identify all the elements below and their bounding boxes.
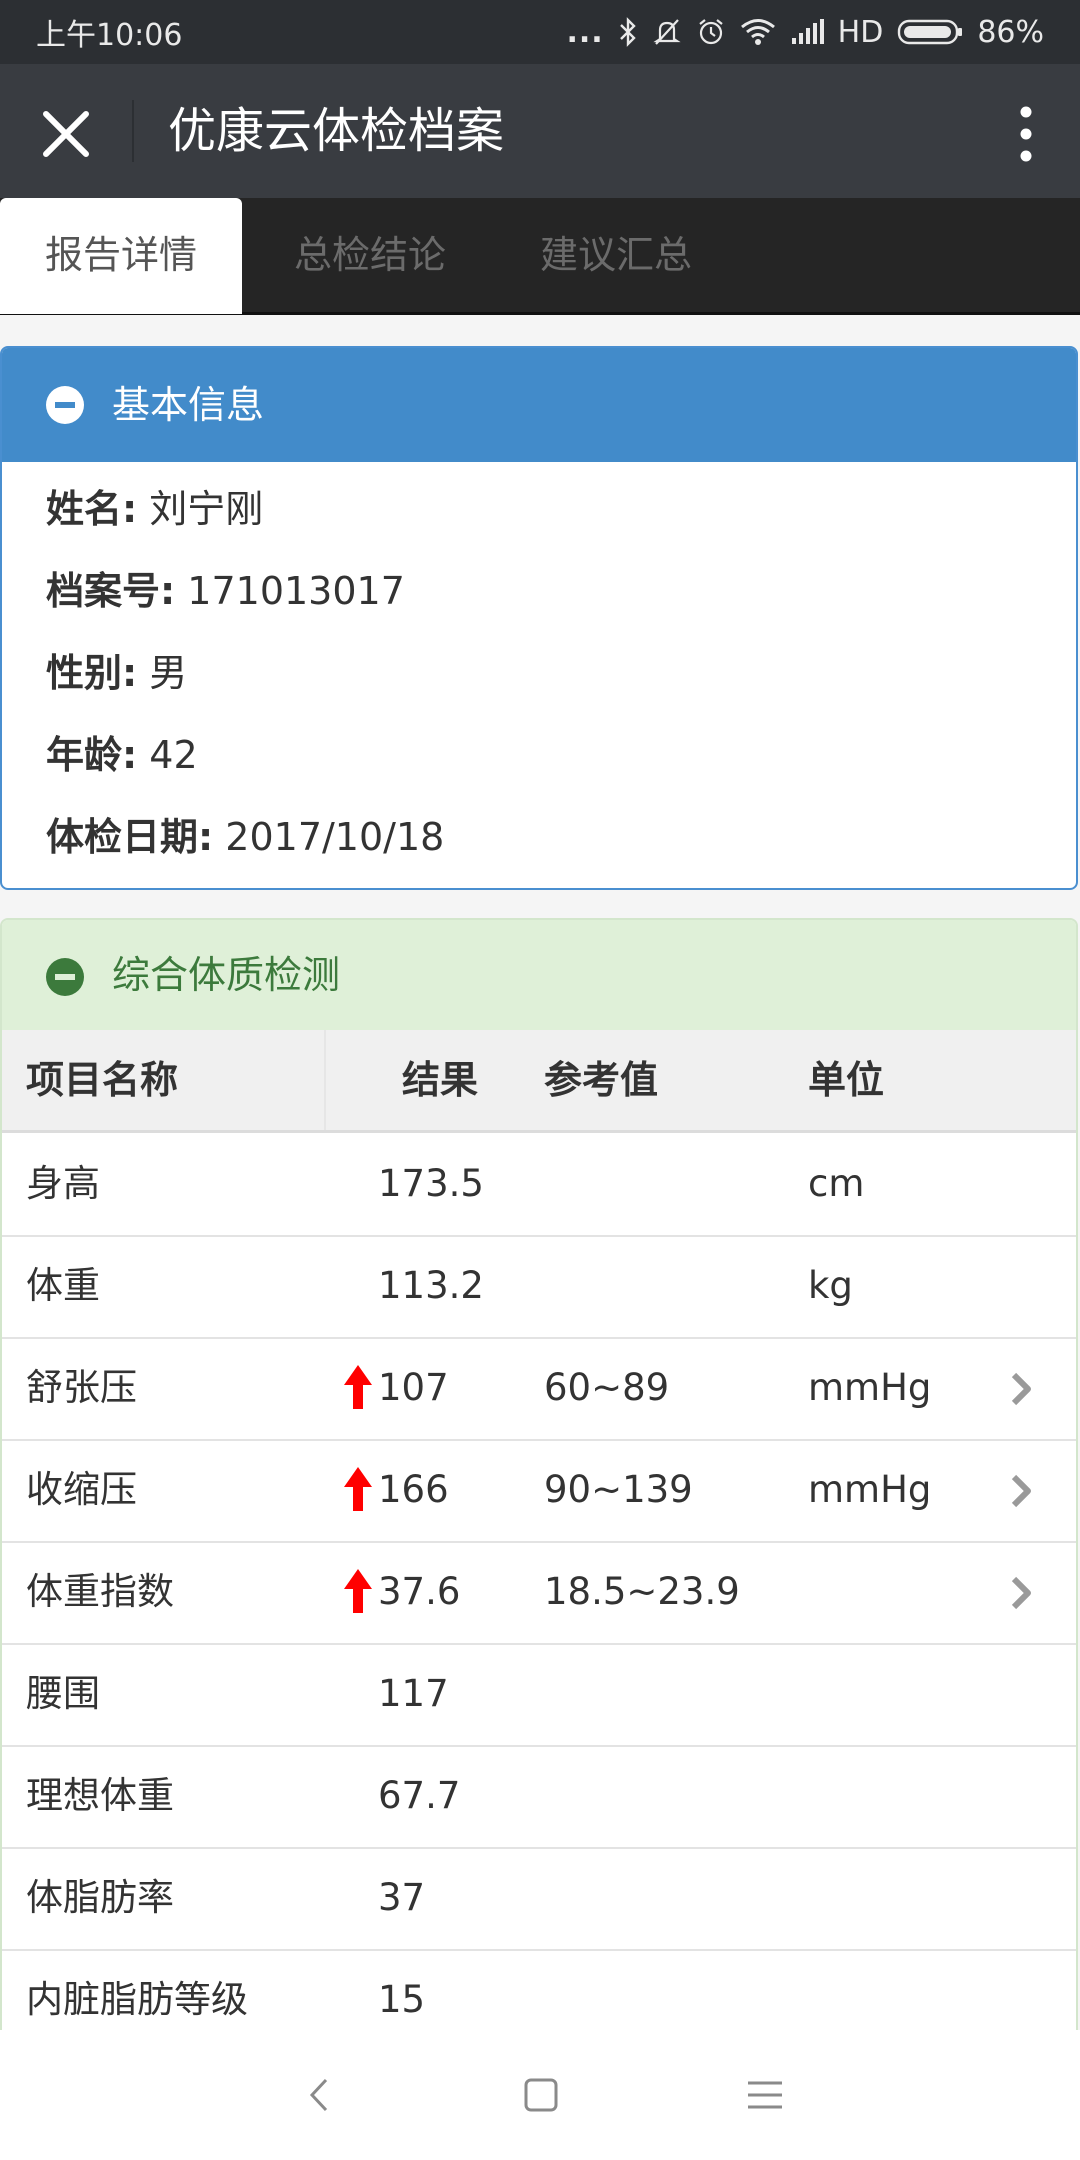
network-type: HD	[837, 14, 884, 50]
chevron-right-icon[interactable]	[1010, 1473, 1034, 1509]
arrow-up-icon	[344, 1467, 372, 1511]
chevron-right-icon[interactable]	[1010, 1575, 1034, 1611]
battery-percent: 86%	[977, 14, 1044, 50]
status-time: 上午10:06	[36, 18, 183, 53]
item-result: 37	[378, 1876, 426, 1919]
item-unit: cm	[808, 1162, 865, 1205]
tab-advice-summary[interactable]: 建议汇总	[496, 198, 736, 312]
table-row[interactable]: 体重指数 37.6 18.5~23.9	[2, 1541, 1076, 1645]
item-name: 体重	[26, 1264, 100, 1307]
table-header: 项目名称 结果 参考值 单位	[2, 1030, 1076, 1133]
info-label: 体检日期:	[46, 815, 214, 859]
close-icon	[43, 111, 89, 157]
basic-info-header[interactable]: 基本信息	[2, 348, 1076, 462]
physique-header[interactable]: 综合体质检测	[2, 920, 1076, 1030]
wifi-icon	[740, 18, 776, 46]
menu-icon	[748, 2081, 782, 2109]
system-nav-bar	[0, 2030, 1080, 2160]
nav-home-button[interactable]	[516, 2070, 566, 2120]
alarm-icon	[696, 17, 726, 47]
item-result: 117	[378, 1672, 449, 1715]
close-button[interactable]	[36, 104, 96, 164]
item-result: 166	[378, 1468, 449, 1511]
physique-title: 综合体质检测	[112, 953, 341, 997]
column-header-reference: 参考值	[544, 1058, 659, 1102]
back-icon	[309, 2078, 328, 2112]
column-divider	[324, 1030, 326, 1130]
chevron-right-icon[interactable]	[1010, 1371, 1034, 1407]
column-header-unit: 单位	[808, 1058, 885, 1102]
tab-bar: 报告详情 总检结论 建议汇总	[0, 198, 1080, 315]
item-name: 身高	[26, 1162, 100, 1205]
info-label: 姓名:	[46, 487, 138, 531]
more-vertical-icon	[1020, 106, 1032, 162]
nav-menu-button[interactable]	[740, 2070, 790, 2120]
arrow-up-icon	[344, 1569, 372, 1613]
more-options-button[interactable]	[1016, 104, 1036, 164]
info-label: 性别:	[46, 651, 138, 695]
signal-icon	[790, 18, 824, 46]
item-name: 理想体重	[26, 1774, 174, 1817]
notification-dots: ...	[566, 14, 604, 50]
table-row[interactable]: 收缩压 166 90~139 mmHg	[2, 1439, 1076, 1543]
minus-circle-icon	[46, 958, 84, 996]
info-label: 年龄:	[46, 733, 138, 777]
item-result: 67.7	[378, 1774, 461, 1817]
info-row-age: 年龄: 42	[46, 724, 198, 779]
item-name: 体重指数	[26, 1570, 174, 1613]
minus-circle-icon	[46, 386, 84, 424]
table-row: 体脂肪率 37	[2, 1847, 1076, 1951]
table-row: 腰围 117	[2, 1643, 1076, 1747]
item-result: 107	[378, 1366, 449, 1409]
info-row-name: 姓名: 刘宁刚	[46, 478, 263, 533]
table-row: 理想体重 67.7	[2, 1745, 1076, 1849]
table-row: 体重 113.2 kg	[2, 1235, 1076, 1339]
arrow-up-icon	[344, 1365, 372, 1409]
info-row-gender: 性别: 男	[46, 642, 187, 697]
info-value: 2017/10/18	[225, 815, 445, 859]
info-value: 刘宁刚	[149, 487, 264, 531]
column-header-result: 结果	[402, 1058, 479, 1102]
item-name: 舒张压	[26, 1366, 137, 1409]
tab-summary-conclusion[interactable]: 总检结论	[250, 198, 490, 312]
item-result: 173.5	[378, 1162, 484, 1205]
status-indicators: ... HD 86%	[566, 15, 1044, 50]
info-value: 42	[149, 733, 198, 777]
mute-bell-icon	[652, 17, 682, 47]
home-icon	[524, 2078, 558, 2112]
physique-panel: 综合体质检测 项目名称 结果 参考值 单位 身高 173.5 cm 体重 113…	[0, 918, 1078, 2048]
item-reference: 90~139	[544, 1468, 693, 1511]
battery-icon	[897, 17, 963, 47]
app-bar-divider	[132, 100, 134, 162]
item-reference: 60~89	[544, 1366, 670, 1409]
item-result: 113.2	[378, 1264, 484, 1307]
table-row: 身高 173.5 cm	[2, 1133, 1076, 1237]
nav-back-button[interactable]	[296, 2070, 346, 2120]
item-name: 腰围	[26, 1672, 100, 1715]
status-bar: 上午10:06 ... HD 86%	[0, 0, 1080, 64]
item-unit: mmHg	[808, 1366, 932, 1409]
info-row-file-number: 档案号: 171013017	[46, 560, 405, 615]
page-title: 优康云体检档案	[168, 103, 505, 159]
app-bar: 优康云体检档案	[0, 64, 1080, 198]
table-row[interactable]: 舒张压 107 60~89 mmHg	[2, 1337, 1076, 1441]
item-result: 37.6	[378, 1570, 461, 1613]
info-label: 档案号:	[46, 569, 176, 613]
tab-report-details[interactable]: 报告详情	[0, 198, 242, 314]
bluetooth-icon	[618, 17, 638, 47]
basic-info-title: 基本信息	[112, 383, 265, 427]
basic-info-panel: 基本信息 姓名: 刘宁刚 档案号: 171013017 性别: 男 年龄: 42…	[0, 346, 1078, 890]
item-unit: kg	[808, 1264, 853, 1307]
item-unit: mmHg	[808, 1468, 932, 1511]
item-name: 收缩压	[26, 1468, 137, 1511]
item-name: 体脂肪率	[26, 1876, 174, 1919]
info-row-exam-date: 体检日期: 2017/10/18	[46, 806, 444, 861]
item-reference: 18.5~23.9	[544, 1570, 740, 1613]
column-header-name: 项目名称	[26, 1058, 179, 1102]
info-value: 男	[149, 651, 188, 695]
info-value: 171013017	[187, 569, 405, 613]
